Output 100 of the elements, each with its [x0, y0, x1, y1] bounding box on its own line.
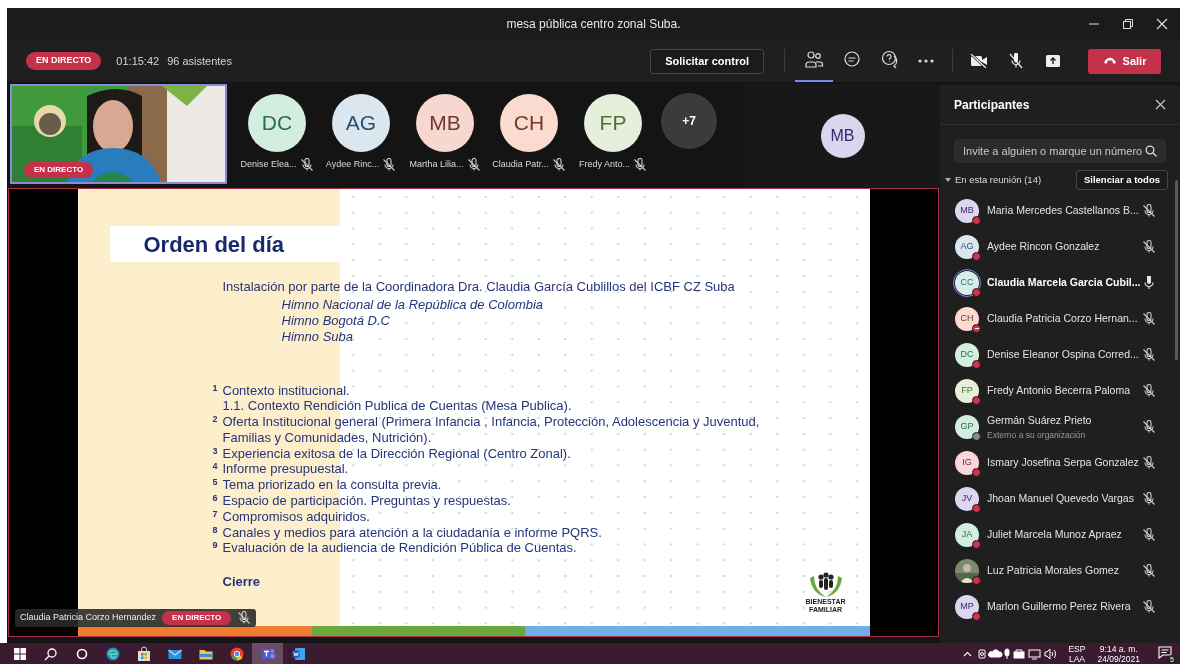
close-icon[interactable] [1155, 99, 1166, 110]
leave-button[interactable]: Salir [1088, 48, 1161, 74]
participant-row[interactable]: Luz Patricia Morales Gomez [940, 553, 1180, 589]
restore-icon[interactable] [1122, 18, 1134, 30]
search-icon[interactable] [1145, 145, 1157, 157]
share-screen-icon[interactable] [1045, 54, 1061, 68]
participant-row[interactable]: JV Jhoan Manuel Quevedo Vargas [940, 481, 1180, 517]
participant-row[interactable]: CH Claudia Patricia Corzo Hernan... [940, 301, 1180, 337]
participant-row[interactable]: MB Maria Mercedes Castellanos B... [940, 193, 1180, 229]
participant-name: Germán Suárez Prieto [987, 412, 1093, 428]
avatar: DC [955, 343, 979, 367]
request-control-button[interactable]: Solicitar control [650, 48, 764, 74]
agenda-item: Canales y medios para atención a la ciudadanía e informe PQRS. [222, 524, 603, 541]
word-icon[interactable] [290, 645, 307, 662]
scrollbar[interactable] [1175, 180, 1178, 360]
language-indicator[interactable]: ESP [1068, 643, 1086, 654]
participant-row[interactable]: FP Fredy Antonio Becerra Paloma [940, 373, 1180, 409]
participant-name: Denise Eleanor Ospina Corred... [987, 347, 1140, 363]
question-icon [880, 50, 900, 70]
avatar[interactable]: CH [500, 94, 558, 152]
notification-icon[interactable] [1158, 645, 1172, 659]
participant-row[interactable]: AG Aydee Rincon Gonzalez [940, 229, 1180, 265]
item-number: 5 [211, 477, 219, 490]
item-number: 2 [211, 414, 219, 427]
avatar[interactable]: DC [248, 94, 306, 152]
participant-row[interactable]: MP Marlon Guillermo Perez Rivera [940, 589, 1180, 625]
avatar[interactable]: AG [332, 94, 390, 152]
avatar[interactable]: FP [584, 94, 642, 152]
participant-name: Ismary Josefina Serpa Gonzalez [987, 455, 1140, 471]
caret-down-icon [945, 178, 951, 182]
overflow-count[interactable]: +7 [661, 93, 717, 149]
participant-name: Claudia Patricia Corzo Hernan... [987, 311, 1139, 327]
participant-note: Externo a su organización [987, 428, 1087, 442]
slide-text: Himno Nacional de la República de Colombia [281, 296, 545, 313]
agenda-item: Espacio de participación. Preguntas y respuestas. [222, 493, 512, 509]
phone-icon [1102, 57, 1117, 65]
item-number: 9 [211, 540, 219, 553]
agenda-item: Compromisos adquiridos. [222, 508, 371, 525]
avatar: FP [955, 379, 979, 403]
participant-name: Martha Lilia... [409, 158, 464, 172]
chrome-icon[interactable] [228, 645, 245, 662]
section-toggle[interactable]: En esta reunión (14) [945, 172, 1042, 188]
presenter-name: Claudia Patricia Corzo Hernandez [20, 611, 157, 625]
participant-row[interactable]: IG Ismary Josefina Serpa Gonzalez [940, 445, 1180, 481]
item-number: 1 [211, 382, 219, 395]
tray-icons-drawing[interactable] [978, 647, 1059, 660]
more-icon[interactable] [917, 58, 935, 64]
slide-text: Himno Suba [281, 328, 355, 345]
avatar: JV [955, 487, 979, 511]
close-icon[interactable] [1156, 18, 1168, 30]
elapsed-time: 01:15:42 [116, 53, 160, 69]
participant-name: Claudia Marcela Garcia Cubil... [987, 275, 1142, 291]
participant-name: Marlon Guillermo Perez Rivera [987, 599, 1132, 615]
mic-off-icon[interactable] [1008, 53, 1024, 69]
clock-time[interactable]: 9:14 a. m. [1099, 643, 1138, 654]
chevron-up-icon[interactable] [963, 650, 973, 657]
clock-date[interactable]: 24/09/2021 [1097, 653, 1140, 664]
item-number: 4 [211, 461, 219, 474]
edge-icon[interactable] [104, 645, 121, 662]
search-field[interactable]: Invite a alguien o marque un número [954, 139, 1166, 163]
shopping-bag-icon[interactable] [135, 645, 152, 662]
participant-name: Maria Mercedes Castellanos B... [987, 203, 1140, 219]
item-number: 8 [211, 524, 219, 537]
agenda-item: Experiencia exitosa de la Dirección Regional (Centro Zonal). [222, 445, 572, 462]
avatar: CC [955, 271, 979, 295]
agenda-item: 1.1. Contexto Rendición Publica de Cuentas (Mesa Publica). [222, 398, 573, 415]
agenda-item: Evaluación de la audiencia de Rendición Pública de Cuentas. [222, 540, 578, 557]
slide-text: Himno Bogotá D.C [281, 312, 391, 329]
mute-all-button[interactable]: Silenciar a todos [1075, 170, 1168, 190]
participant-row[interactable]: DC Denise Eleanor Ospina Corred... [940, 337, 1180, 373]
avatar[interactable]: MB [820, 114, 865, 158]
agenda-item: Contexto institucional. [222, 382, 351, 399]
windows-icon[interactable] [11, 645, 28, 662]
avatar: GP [955, 415, 979, 439]
avatar[interactable]: MB [416, 94, 474, 152]
participant-name: Aydee Rinc... [325, 158, 380, 172]
people-icon [804, 50, 824, 70]
avatar: IG [955, 451, 979, 475]
participant-row[interactable]: CC Claudia Marcela Garcia Cubil... [940, 265, 1180, 301]
live-badge: EN DIRECTO [26, 52, 102, 70]
participant-name: Aydee Rincon Gonzalez [987, 239, 1101, 255]
chat-icon [842, 50, 862, 70]
avatar: AG [955, 235, 979, 259]
panel-title: Participantes [954, 96, 1030, 114]
participant-row[interactable]: GP Germán Suárez Prieto Externo a su organización [940, 409, 1180, 445]
slide-text: Cierre [222, 573, 261, 592]
search-icon[interactable] [42, 645, 59, 662]
agenda-item: Informe presupuestal. [222, 461, 350, 478]
attendee-count: 96 asistentes [167, 53, 232, 69]
avatar: CH [955, 307, 979, 331]
participant-name: Denise Elea... [240, 158, 297, 172]
video-tile[interactable]: EN DIRECTO [10, 84, 227, 184]
keyboard-layout[interactable]: LAA [1068, 653, 1085, 664]
camera-off-icon[interactable] [970, 54, 988, 68]
item-number: 7 [211, 508, 219, 521]
avatar: MP [955, 595, 979, 619]
participant-row[interactable]: JA Juliet Marcela Munoz Apraez [940, 517, 1180, 553]
avatar: JA [955, 523, 979, 547]
participant-name: Claudia Patr... [492, 158, 549, 172]
slide-text: Instalación por parte de la Coordinadora Dra. Claudia García Cublillos del ICBF CZ Suba [222, 278, 736, 296]
